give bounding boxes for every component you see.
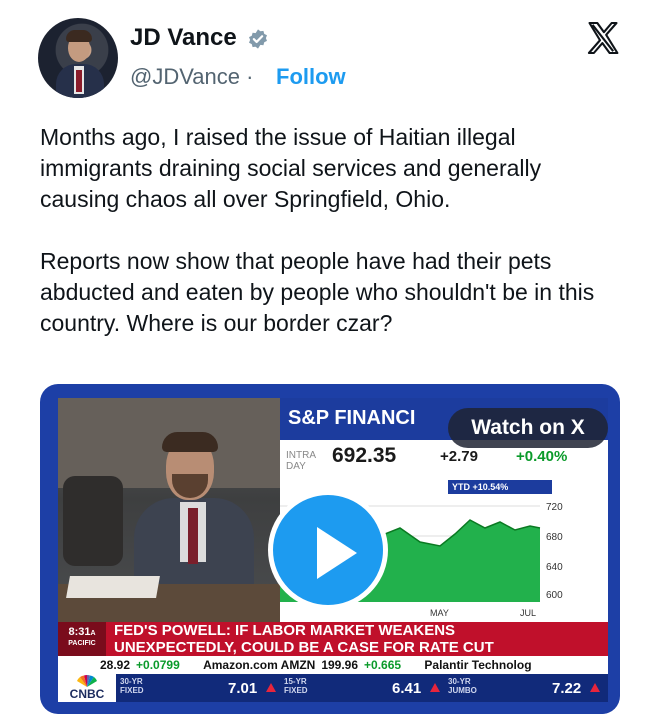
y-tick: 720 (546, 502, 563, 513)
verified-badge-icon (249, 29, 267, 49)
ticker-change: +0.665 (364, 658, 402, 672)
follow-button[interactable]: Follow (276, 64, 346, 90)
watch-on-x-button[interactable]: Watch on X (448, 408, 608, 448)
news-headline: FED'S POWELL: IF LABOR MARKET WEAKENS UN… (114, 622, 604, 656)
ytd-badge: YTD +10.54% (448, 480, 552, 494)
x-logo-icon[interactable] (584, 20, 622, 56)
headline-line: UNEXPECTEDLY, COULD BE A CASE FOR RATE C… (114, 639, 494, 656)
ticker-value: 199.96 (321, 658, 359, 672)
bond-rates-bar: CNBC 30-YR FIXED 7.01 15-YR FIXED 6.41 3… (58, 674, 608, 702)
video-bottom-border (58, 702, 608, 714)
tweet-paragraph: Months ago, I raised the issue of Haitia… (40, 124, 542, 212)
y-tick: 680 (546, 532, 563, 543)
bond-label: 30-YR FIXED (120, 677, 144, 695)
index-change: +2.79 (440, 448, 478, 465)
down-arrow-icon (430, 683, 440, 692)
time-box: 8:31A PACIFIC (58, 622, 106, 656)
bond-value: 6.41 (392, 680, 422, 697)
ticker-name: Palantir Technolog (424, 658, 532, 672)
tweet-card: JD Vance @JDVance · Follow Months ago, I… (0, 0, 650, 726)
headline-line: FED'S POWELL: IF LABOR MARKET WEAKENS (114, 622, 456, 639)
intraday-label: INTRA DAY (286, 450, 316, 472)
video-frame-person (58, 398, 280, 622)
video-media[interactable]: S&P FINANCI INTRA DAY 692.35 +2.79 +0.40… (40, 384, 620, 714)
ticker-name: Amazon.com AMZN (203, 658, 316, 672)
stock-ticker: 28.92 +0.0799 Amazon.com AMZN 199.96 +0.665… (58, 656, 608, 674)
index-change-pct: +0.40% (516, 448, 568, 465)
bond-rate: 15-YR FIXED 6.41 (284, 674, 444, 702)
tweet-paragraph: Reports now show that people have had th… (40, 248, 595, 336)
author-handle[interactable]: @JDVance (130, 64, 240, 89)
down-arrow-icon (266, 683, 276, 692)
bond-rate: 30-YR FIXED 7.01 (120, 674, 280, 702)
tweet-text: Months ago, I raised the issue of Haitia… (40, 122, 620, 370)
network-name: CNBC (69, 687, 105, 701)
cnbc-logo: CNBC (58, 674, 116, 702)
x-tick: MAY (430, 608, 449, 618)
avatar[interactable] (38, 18, 118, 98)
bond-value: 7.01 (228, 680, 258, 697)
play-button[interactable] (268, 490, 388, 610)
cnbc-peacock-icon (77, 675, 97, 687)
bond-label: 30-YR JUMBO (448, 677, 477, 695)
timezone-label: PACIFIC (68, 640, 96, 647)
down-arrow-icon (590, 683, 600, 692)
author-name[interactable]: JD Vance (130, 24, 237, 52)
handle-separator: · (246, 64, 254, 89)
index-price: 692.35 (332, 444, 397, 467)
chart-title: S&P FINANCI (288, 407, 416, 429)
bond-label: 15-YR FIXED (284, 677, 308, 695)
bond-rate: 30-YR JUMBO 7.22 (448, 674, 608, 702)
time-suffix: A (90, 630, 96, 637)
y-tick: 640 (546, 562, 563, 573)
bond-value: 7.22 (552, 680, 582, 697)
broadcast-time: 8:31 (68, 626, 91, 638)
ticker-value: 28.92 (100, 658, 131, 672)
y-tick: 600 (546, 590, 563, 601)
ticker-change: +0.0799 (136, 658, 180, 672)
play-icon (317, 527, 357, 579)
x-tick: JUL (520, 608, 536, 618)
